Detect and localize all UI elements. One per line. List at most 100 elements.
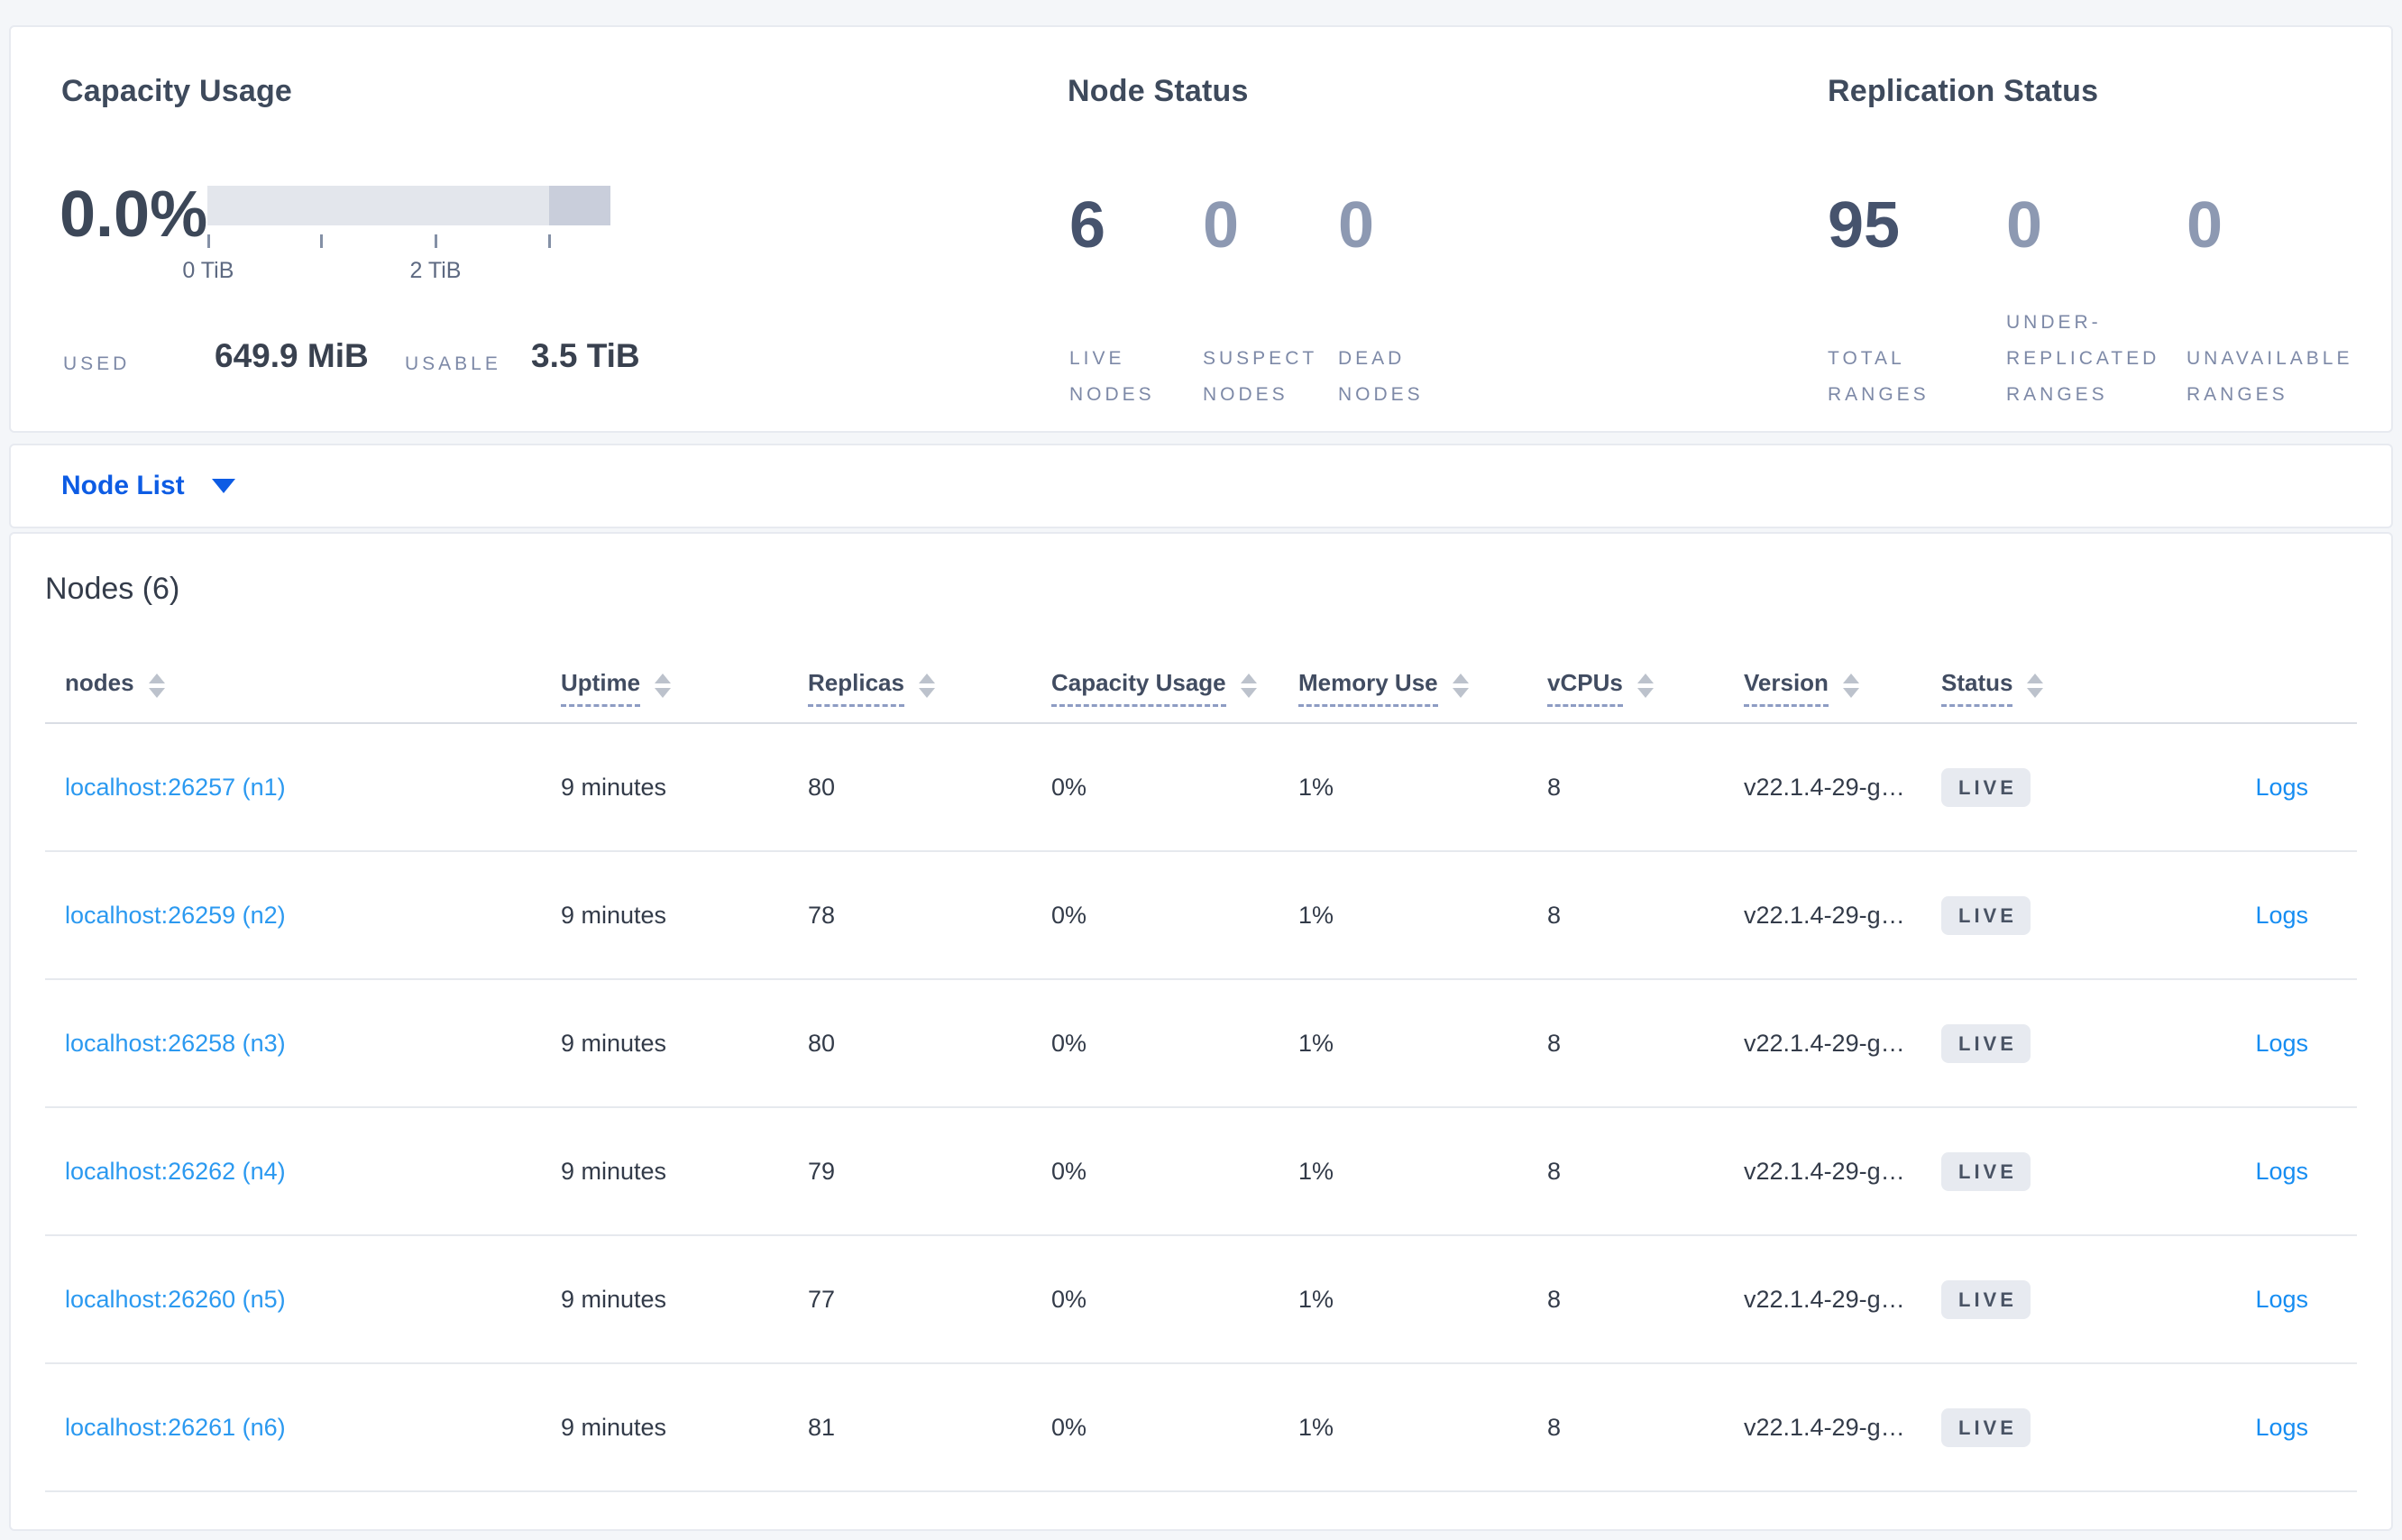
uptime-cell: 9 minutes (561, 1413, 667, 1441)
status-badge: LIVE (1941, 1151, 2031, 1191)
used-value: 649.9 MiB (215, 337, 369, 374)
column-header-version[interactable]: Version (1744, 669, 1941, 707)
uptime-cell: 9 minutes (561, 1029, 667, 1057)
logs-link[interactable]: Logs (2255, 774, 2308, 801)
replicas-cell: 80 (808, 773, 836, 801)
logs-link[interactable]: Logs (2255, 1158, 2308, 1185)
status-cell: LIVE (1941, 895, 2130, 935)
logs-link[interactable]: Logs (2255, 1414, 2308, 1441)
usable-value: 3.5 TiB (531, 337, 640, 374)
node-link[interactable]: localhost:26260 (n5) (65, 1286, 286, 1313)
uptime-cell: 9 minutes (561, 901, 667, 929)
replicas-cell: 77 (808, 1285, 836, 1313)
table-row: localhost:26258 (n3) 9 minutes 80 0% 1% 8 v22.… (45, 980, 2357, 1108)
metric-value: 0 (2187, 189, 2223, 261)
logs-cell: Logs (2130, 774, 2357, 802)
replicas-cell: 80 (808, 1029, 836, 1057)
replicas-cell: 78 (808, 901, 836, 929)
node-link[interactable]: localhost:26257 (n1) (65, 774, 286, 801)
capacity-bar (207, 186, 610, 225)
column-header-memory-use[interactable]: Memory Use (1298, 669, 1547, 707)
uptime-cell: 9 minutes (561, 1285, 667, 1313)
column-header-uptime[interactable]: Uptime (561, 669, 808, 707)
usable-label: USABLE (405, 353, 501, 374)
column-header-label[interactable]: Replicas (808, 669, 904, 707)
node-link[interactable]: localhost:26261 (n6) (65, 1414, 286, 1441)
sort-icon (1636, 673, 1654, 698)
metric-value: 95 (1828, 189, 1901, 261)
capacity-usage-cell: 0% (1051, 1157, 1087, 1185)
sort-icon (1842, 673, 1859, 698)
cluster-summary-panel: Capacity Usage 0.0% 0 TiB 2 TiB USED 649.… (9, 25, 2393, 433)
logs-link[interactable]: Logs (2255, 1286, 2308, 1313)
metric-value: 6 (1069, 189, 1106, 261)
node-list-dropdown[interactable]: Node List (61, 471, 185, 501)
node-status-title: Node Status (1068, 74, 1249, 108)
caret-down-icon (211, 479, 235, 493)
memory-use-cell: 1% (1298, 1029, 1334, 1057)
status-cell: LIVE (1941, 767, 2130, 807)
logs-cell: Logs (2130, 1158, 2357, 1186)
table-row: localhost:26261 (n6) 9 minutes 81 0% 1% 8 v22.… (45, 1364, 2357, 1492)
capacity-usage-cell: 0% (1051, 1285, 1087, 1313)
column-header-nodes[interactable]: nodes (45, 669, 561, 707)
column-header-vcpus[interactable]: vCPUs (1547, 669, 1744, 707)
version-cell: v22.1.4-29-g… (1744, 901, 1905, 929)
column-header-label[interactable]: vCPUs (1547, 669, 1623, 707)
metric-unavailable-ranges: 0 UNAVAILABLE RANGES (2187, 193, 2402, 413)
logs-link[interactable]: Logs (2255, 902, 2308, 929)
sort-icon (1452, 673, 1469, 698)
metric-under--replicated-ranges: 0 UNDER- REPLICATED RANGES (2006, 193, 2187, 413)
sort-icon (1240, 673, 1257, 698)
metric-label: TOTAL RANGES (1828, 348, 1930, 405)
version-cell: v22.1.4-29-g… (1744, 1285, 1905, 1313)
vcpus-cell: 8 (1547, 1285, 1562, 1313)
memory-use-cell: 1% (1298, 1285, 1334, 1313)
node-cell: localhost:26259 (n2) (45, 902, 561, 930)
table-row: localhost:26257 (n1) 9 minutes 80 0% 1% 8 v22.… (45, 724, 2357, 852)
table-row: localhost:26262 (n4) 9 minutes 79 0% 1% 8 v22.… (45, 1108, 2357, 1236)
logs-cell: Logs (2130, 1414, 2357, 1442)
metric-label: LIVE NODES (1069, 348, 1155, 405)
node-link[interactable]: localhost:26258 (n3) (65, 1030, 286, 1057)
column-header-label[interactable]: nodes (65, 669, 134, 707)
used-label: USED (63, 353, 131, 374)
node-link[interactable]: localhost:26259 (n2) (65, 902, 286, 929)
status-badge: LIVE (1941, 1023, 2031, 1063)
replicas-cell: 81 (808, 1413, 836, 1441)
logs-link[interactable]: Logs (2255, 1030, 2308, 1057)
capacity-usage-cell: 0% (1051, 1413, 1087, 1441)
metric-value: 0 (1338, 189, 1375, 261)
replicas-cell: 79 (808, 1157, 836, 1185)
column-header-label[interactable]: Uptime (561, 669, 641, 707)
metric-label: UNAVAILABLE RANGES (2187, 348, 2353, 405)
version-cell: v22.1.4-29-g… (1744, 1157, 1905, 1185)
node-cell: localhost:26261 (n6) (45, 1414, 561, 1442)
version-cell: v22.1.4-29-g… (1744, 773, 1905, 801)
status-cell: LIVE (1941, 1023, 2130, 1063)
vcpus-cell: 8 (1547, 1029, 1562, 1057)
metric-value: 0 (2006, 189, 2043, 261)
column-header-label[interactable]: Memory Use (1298, 669, 1438, 707)
column-header-label[interactable]: Version (1744, 669, 1829, 707)
metric-live-nodes: 6 LIVE NODES (1069, 193, 1203, 413)
capacity-usage-cell: 0% (1051, 773, 1087, 801)
axis-tick (548, 234, 552, 248)
column-header-replicas[interactable]: Replicas (808, 669, 1051, 707)
memory-use-cell: 1% (1298, 773, 1334, 801)
status-cell: LIVE (1941, 1407, 2130, 1447)
node-link[interactable]: localhost:26262 (n4) (65, 1158, 286, 1185)
metric-label: UNDER- REPLICATED RANGES (2006, 312, 2160, 405)
logs-cell: Logs (2130, 1030, 2357, 1058)
column-header-capacity-usage[interactable]: Capacity Usage (1051, 669, 1298, 707)
node-cell: localhost:26262 (n4) (45, 1158, 561, 1186)
column-header-label[interactable]: Status (1941, 669, 2013, 707)
capacity-usage-bar-chart: 0 TiB 2 TiB (182, 186, 610, 285)
column-header-label[interactable]: Capacity Usage (1051, 669, 1226, 707)
column-header-status[interactable]: Status (1941, 669, 2130, 707)
status-cell: LIVE (1941, 1151, 2130, 1191)
version-cell: v22.1.4-29-g… (1744, 1413, 1905, 1441)
node-cell: localhost:26258 (n3) (45, 1030, 561, 1058)
sort-icon (918, 673, 935, 698)
replication-status-metrics: 95 TOTAL RANGES 0 UNDER- REPLICATED RANGES 0 UNA… (1828, 193, 2402, 413)
